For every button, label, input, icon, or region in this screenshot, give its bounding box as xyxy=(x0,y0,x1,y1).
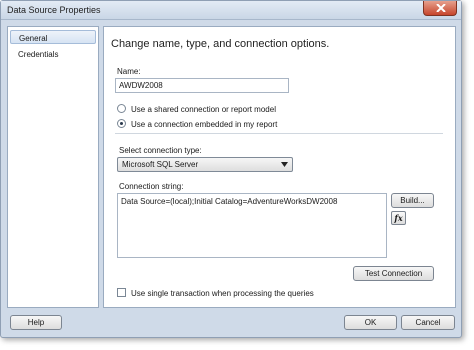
name-input[interactable]: AWDW2008 xyxy=(115,78,289,93)
connection-type-select[interactable]: Microsoft SQL Server xyxy=(117,157,293,172)
data-source-properties-dialog: Data Source Properties General Credentia… xyxy=(0,0,462,338)
connection-string-label: Connection string: xyxy=(119,182,184,191)
title-bar: Data Source Properties xyxy=(1,1,461,20)
embedded-connection-radio[interactable] xyxy=(117,119,126,128)
radio-selected-dot xyxy=(120,122,123,125)
shared-connection-label: Use a shared connection or report model xyxy=(131,105,276,114)
connection-type-label: Select connection type: xyxy=(119,146,202,155)
shared-connection-radio[interactable] xyxy=(117,104,126,113)
cancel-button[interactable]: Cancel xyxy=(401,315,455,330)
sidebar-item-credentials[interactable]: Credentials xyxy=(10,47,96,61)
fx-icon: fx xyxy=(394,213,403,223)
sidebar: General Credentials xyxy=(7,26,99,308)
connection-string-input[interactable]: Data Source=(local);Initial Catalog=Adve… xyxy=(117,193,387,258)
sidebar-item-general[interactable]: General xyxy=(10,30,96,44)
sidebar-item-label: Credentials xyxy=(18,50,59,59)
help-button[interactable]: Help xyxy=(10,315,62,330)
single-transaction-checkbox[interactable] xyxy=(117,288,126,297)
connection-type-value: Microsoft SQL Server xyxy=(122,160,199,169)
build-button[interactable]: Build... xyxy=(391,193,434,208)
name-label: Name: xyxy=(117,67,141,76)
expression-button[interactable]: fx xyxy=(391,211,406,225)
single-transaction-label: Use single transaction when processing t… xyxy=(131,289,314,298)
general-panel: Change name, type, and connection option… xyxy=(103,26,456,308)
close-button[interactable] xyxy=(423,1,457,16)
embedded-connection-label: Use a connection embedded in my report xyxy=(131,120,278,129)
chevron-down-icon xyxy=(281,162,288,167)
close-icon xyxy=(436,4,446,12)
sidebar-item-label: General xyxy=(19,34,48,43)
ok-button[interactable]: OK xyxy=(344,315,397,330)
page-title: Change name, type, and connection option… xyxy=(111,38,330,50)
divider xyxy=(115,133,443,134)
test-connection-button[interactable]: Test Connection xyxy=(353,266,434,281)
window-title: Data Source Properties xyxy=(7,5,101,15)
